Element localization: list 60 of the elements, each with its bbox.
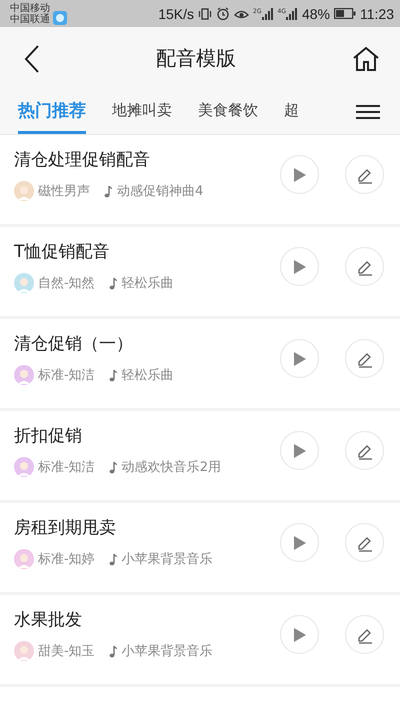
play-button[interactable] — [280, 615, 319, 654]
alarm-icon — [216, 6, 230, 20]
voice-label: 标准-知洁 — [38, 459, 95, 476]
music-label: 轻松乐曲 — [122, 367, 174, 384]
battery-percent: 48% — [302, 6, 330, 22]
music-label: 动感欢快音乐2用 — [122, 459, 221, 476]
carrier-label: 中国移动 — [10, 2, 50, 14]
page-title: 配音模版 — [156, 45, 236, 72]
edit-button[interactable] — [345, 523, 384, 562]
clock: 11:23 — [360, 6, 394, 22]
music-label: 轻松乐曲 — [122, 275, 174, 292]
music-label: 小苹果背景音乐 — [122, 643, 213, 660]
play-icon — [292, 258, 306, 274]
music-note-icon — [108, 368, 117, 382]
voice-label: 标准-知洁 — [38, 367, 95, 384]
play-icon — [292, 534, 306, 550]
music-note-icon — [108, 552, 117, 566]
music-note-icon — [108, 460, 117, 474]
music-label: 小苹果背景音乐 — [122, 551, 213, 568]
music-note-icon — [108, 644, 117, 658]
play-icon — [292, 442, 306, 458]
category-tab[interactable]: 美食餐饮 — [198, 90, 258, 134]
edit-button[interactable] — [345, 431, 384, 470]
home-icon — [352, 46, 380, 72]
back-icon — [24, 44, 40, 72]
category-tab[interactable]: 超 — [284, 90, 299, 134]
voice-label: 标准-知婷 — [38, 551, 95, 568]
edit-button[interactable] — [345, 247, 384, 286]
vibrate-icon — [198, 6, 212, 20]
template-title[interactable]: 房租到期甩卖 — [14, 516, 254, 539]
voice-label: 自然-知然 — [38, 275, 95, 292]
signal-icon — [286, 8, 298, 20]
music-label: 动感促销神曲4 — [117, 183, 204, 200]
carrier-label: 中国联通 — [10, 14, 50, 24]
edit-button[interactable] — [345, 339, 384, 378]
template-title[interactable]: 清仓处理促销配音 — [14, 148, 254, 171]
voice-label: 甜美-知玉 — [38, 643, 95, 660]
template-title[interactable]: 清仓促销（一） — [14, 332, 254, 355]
template-title[interactable]: 水果批发 — [14, 608, 254, 631]
menu-icon — [356, 104, 380, 120]
music-note-icon — [104, 184, 112, 198]
battery-icon — [334, 8, 356, 19]
play-button[interactable] — [280, 247, 319, 286]
music-note-icon — [108, 276, 117, 290]
signal-icon — [262, 8, 274, 20]
play-button[interactable] — [280, 431, 319, 470]
app-notification-icon — [53, 10, 67, 24]
voice-label: 磁性男声 — [38, 183, 90, 200]
play-button[interactable] — [280, 339, 319, 378]
play-button[interactable] — [280, 155, 319, 194]
template-title[interactable]: T恤促销配音 — [14, 240, 254, 263]
play-icon — [292, 166, 306, 182]
category-tab[interactable]: 地摊叫卖 — [112, 90, 172, 134]
edit-button[interactable] — [345, 155, 384, 194]
edit-button[interactable] — [345, 615, 384, 654]
play-icon — [292, 350, 306, 366]
network-speed: 15K/s — [158, 6, 194, 22]
play-button[interactable] — [280, 523, 319, 562]
template-title[interactable]: 折扣促销 — [14, 424, 254, 447]
play-icon — [292, 626, 306, 642]
